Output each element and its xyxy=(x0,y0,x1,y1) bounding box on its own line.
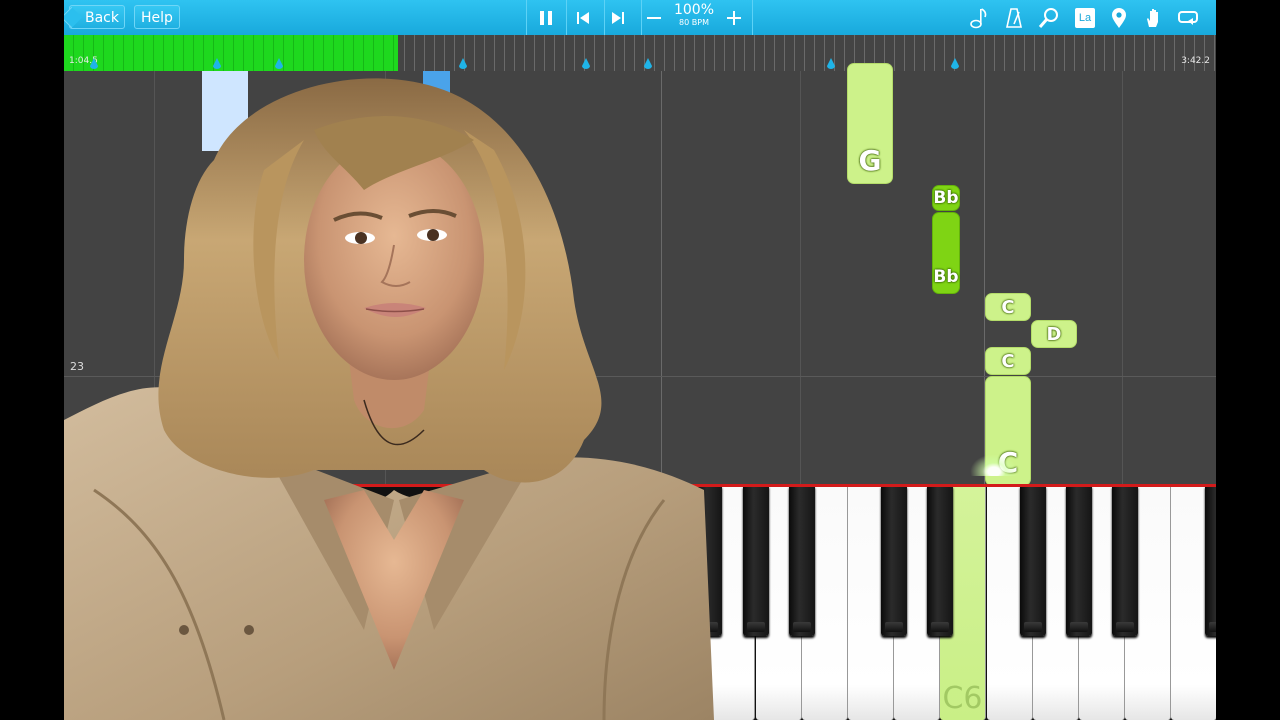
speed-readout: 100% 80 BPM xyxy=(669,3,719,28)
bookmark-marker[interactable] xyxy=(213,58,221,69)
help-button-label: Help xyxy=(141,10,173,26)
artist-portrait xyxy=(64,78,714,720)
bookmark-marker[interactable] xyxy=(459,58,467,69)
note-c: C xyxy=(985,347,1031,375)
back-button-label: Back xyxy=(85,10,119,26)
key-hit-spark xyxy=(970,454,1018,476)
key-octave-label: C6 xyxy=(942,681,983,716)
previous-icon[interactable] xyxy=(571,6,595,30)
toolbar-divider xyxy=(752,0,753,35)
black-key[interactable] xyxy=(743,486,769,636)
bookmark-marker[interactable] xyxy=(582,58,590,69)
toolbar-divider xyxy=(604,0,605,35)
total-time: 3:42.2 xyxy=(1181,56,1210,66)
note-d: D xyxy=(1031,320,1077,348)
black-key[interactable] xyxy=(1066,486,1092,636)
metronome-icon[interactable] xyxy=(1002,6,1026,30)
bookmark-marker[interactable] xyxy=(275,58,283,69)
location-pin-icon[interactable] xyxy=(1107,6,1131,30)
piano-tutorial-app: Back Help 100% 80 BPM La 1:04.5 3:42.2 2… xyxy=(64,0,1216,720)
bookmark-marker[interactable] xyxy=(951,58,959,69)
top-toolbar: Back Help 100% 80 BPM La xyxy=(64,0,1216,35)
toolbar-divider xyxy=(566,0,567,35)
plus-icon[interactable] xyxy=(722,6,746,30)
progress-fill xyxy=(64,35,398,71)
black-key[interactable] xyxy=(927,486,953,636)
grid-line xyxy=(800,71,801,484)
black-key[interactable] xyxy=(789,486,815,636)
bookmark-marker[interactable] xyxy=(644,58,652,69)
note-bb: Bb xyxy=(932,185,960,211)
black-key[interactable] xyxy=(1205,486,1216,636)
magnifier-icon[interactable] xyxy=(1037,6,1061,30)
label-icon[interactable]: La xyxy=(1073,6,1097,30)
bookmark-marker[interactable] xyxy=(90,58,98,69)
minus-icon[interactable] xyxy=(642,6,666,30)
speed-bpm: 80 BPM xyxy=(679,18,709,27)
bookmark-marker[interactable] xyxy=(827,58,835,69)
song-progress-bar[interactable]: 1:04.5 3:42.2 xyxy=(64,35,1216,71)
next-icon[interactable] xyxy=(606,6,630,30)
hand-icon[interactable] xyxy=(1142,6,1166,30)
back-button[interactable]: Back xyxy=(69,5,125,29)
note-bb: Bb xyxy=(932,212,960,294)
black-key[interactable] xyxy=(1112,486,1138,636)
toolbar-divider xyxy=(526,0,527,35)
help-button[interactable]: Help xyxy=(134,5,180,29)
black-key[interactable] xyxy=(1020,486,1046,636)
black-key[interactable] xyxy=(881,486,907,636)
label-icon-text: La xyxy=(1075,8,1095,28)
music-note-icon[interactable] xyxy=(967,6,991,30)
note-c: C xyxy=(985,293,1031,321)
pause-icon[interactable] xyxy=(534,6,558,30)
speed-percent: 100% xyxy=(673,2,715,18)
note-g: G xyxy=(847,63,893,184)
loop-icon[interactable] xyxy=(1177,6,1201,30)
grid-line xyxy=(1122,71,1123,484)
